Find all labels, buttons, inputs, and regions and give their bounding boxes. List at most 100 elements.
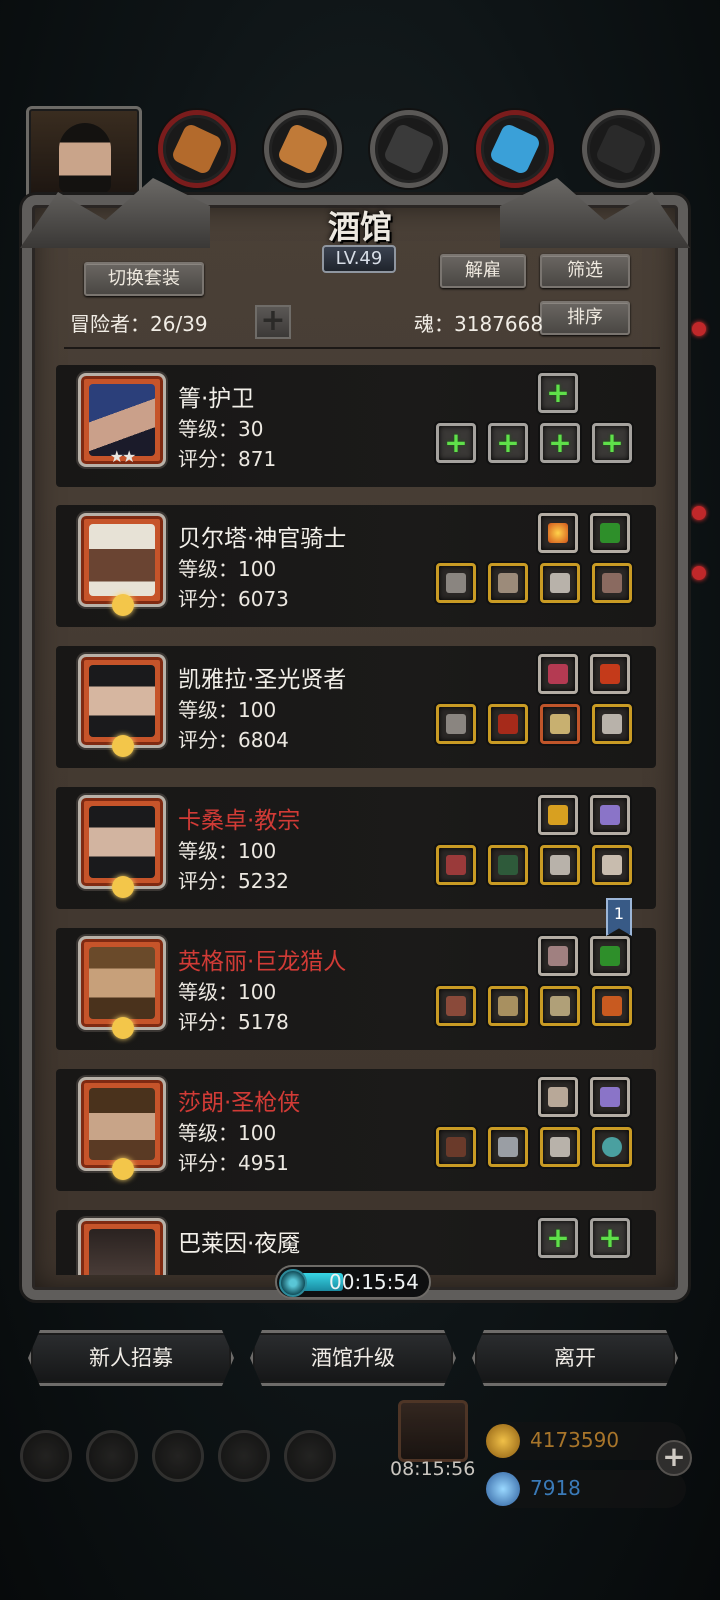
equip-slot[interactable] xyxy=(538,513,578,553)
equip-slot[interactable] xyxy=(538,936,578,976)
dismiss-button[interactable]: 解雇 xyxy=(440,254,526,288)
crystal-shard-icon xyxy=(600,1087,620,1107)
crystal-tab[interactable] xyxy=(476,110,554,188)
empty-armor-slot[interactable]: + xyxy=(592,423,632,463)
equip-slot[interactable] xyxy=(436,986,476,1026)
axe-icon xyxy=(446,855,466,875)
gem-display: 7918 xyxy=(486,1470,686,1508)
hero-level: 等级：100 xyxy=(178,557,277,581)
recruit-button[interactable]: 新人招募 xyxy=(28,1330,234,1386)
equip-slot[interactable] xyxy=(488,986,528,1026)
chest-armor-icon xyxy=(550,1137,570,1157)
add-icon: + xyxy=(600,426,624,459)
hero-card[interactable]: ★★ 箐·护卫 等级：30 评分：871 + + + + + xyxy=(56,365,656,487)
ore-tab[interactable] xyxy=(582,110,660,188)
equip-slot[interactable] xyxy=(538,1077,578,1117)
equip-slot[interactable] xyxy=(592,563,632,603)
equip-slot[interactable] xyxy=(590,654,630,694)
empty-armor-slot[interactable]: + xyxy=(540,423,580,463)
hero-card[interactable]: 卡桑卓·教宗 等级：100 评分：5232 xyxy=(56,787,656,909)
box-icon[interactable] xyxy=(284,1430,336,1482)
equip-slot[interactable] xyxy=(590,513,630,553)
add-icon: + xyxy=(444,426,468,459)
filter-button[interactable]: 筛选 xyxy=(540,254,630,288)
hero-list[interactable]: ★★ 箐·护卫 等级：30 评分：871 + + + + + 贝尔塔·神官骑士 … xyxy=(56,365,656,1275)
switch-outfit-button[interactable]: 切换套装 xyxy=(84,262,204,296)
equip-slot[interactable] xyxy=(592,845,632,885)
hero-avatar[interactable] xyxy=(78,1218,166,1275)
expand-capacity-button[interactable]: + xyxy=(255,305,291,339)
gift-chest-icon[interactable] xyxy=(398,1400,468,1462)
hero-avatar[interactable] xyxy=(78,936,166,1039)
hero-card[interactable]: 英格丽·巨龙猎人 等级：100 评分：5178 xyxy=(56,928,656,1050)
equip-slot[interactable] xyxy=(592,986,632,1026)
equip-slot[interactable] xyxy=(590,936,630,976)
hero-name: 卡桑卓·教宗 xyxy=(178,808,301,834)
upgrade-tavern-button[interactable]: 酒馆升级 xyxy=(250,1330,456,1386)
hammer-icon xyxy=(446,573,466,593)
hero-name: 贝尔塔·神官骑士 xyxy=(178,526,347,552)
add-currency-button[interactable]: + xyxy=(656,1440,692,1476)
side-notification-dot xyxy=(692,566,706,580)
equip-slot[interactable] xyxy=(540,1127,580,1167)
stone-tab[interactable] xyxy=(370,110,448,188)
equip-slot[interactable] xyxy=(488,563,528,603)
chest-armor-icon xyxy=(550,573,570,593)
ring-icon xyxy=(602,996,622,1016)
gate-icon[interactable] xyxy=(152,1430,204,1482)
pauldron-icon xyxy=(602,855,622,875)
equip-slot[interactable] xyxy=(436,845,476,885)
hero-portrait xyxy=(89,384,155,456)
hero-avatar[interactable] xyxy=(78,1077,166,1180)
hero-avatar[interactable] xyxy=(78,795,166,898)
equip-slot[interactable] xyxy=(540,986,580,1026)
moon-rank-icon xyxy=(112,735,134,757)
star-menu-icon[interactable] xyxy=(86,1430,138,1482)
equip-slot[interactable] xyxy=(488,845,528,885)
hero-portrait-tab[interactable] xyxy=(26,106,142,204)
sort-button[interactable]: 排序 xyxy=(540,301,630,335)
hero-card[interactable]: 贝尔塔·神官骑士 等级：100 评分：6073 xyxy=(56,505,656,627)
equip-slot[interactable] xyxy=(436,704,476,744)
hero-portrait xyxy=(89,947,155,1019)
equip-slot[interactable] xyxy=(538,654,578,694)
hero-name: 莎朗·圣枪侠 xyxy=(178,1090,301,1116)
hero-card[interactable]: 凯雅拉·圣光贤者 等级：100 评分：6804 xyxy=(56,646,656,768)
equip-slot[interactable] xyxy=(540,563,580,603)
equip-slot[interactable] xyxy=(540,845,580,885)
empty-accessory-slot[interactable]: + xyxy=(538,1218,578,1258)
menu-icon[interactable] xyxy=(20,1430,72,1482)
equip-slot[interactable] xyxy=(540,704,580,744)
equip-slot[interactable] xyxy=(590,795,630,835)
equip-slot[interactable] xyxy=(592,1127,632,1167)
armor-icon xyxy=(498,996,518,1016)
equip-slot[interactable] xyxy=(590,1077,630,1117)
equip-slot[interactable] xyxy=(488,1127,528,1167)
hero-score: 评分：6804 xyxy=(178,728,289,752)
quill-icon xyxy=(548,946,568,966)
tavern-level-badge: LV.49 xyxy=(322,245,396,273)
hero-avatar[interactable] xyxy=(78,654,166,757)
equip-slot[interactable] xyxy=(436,1127,476,1167)
mail-icon[interactable] xyxy=(218,1430,270,1482)
leave-button[interactable]: 离开 xyxy=(472,1330,678,1386)
equip-slot[interactable] xyxy=(488,704,528,744)
hero-avatar[interactable] xyxy=(78,513,166,616)
helmet-icon xyxy=(498,855,518,875)
equip-slot[interactable] xyxy=(592,704,632,744)
empty-weapon-slot[interactable]: + xyxy=(436,423,476,463)
hero-avatar[interactable]: ★★ xyxy=(78,373,166,467)
star-rating: ★★ xyxy=(109,447,137,466)
equip-slot[interactable] xyxy=(538,795,578,835)
empty-accessory-slot[interactable]: + xyxy=(590,1218,630,1258)
horn-icon xyxy=(548,664,568,684)
adventurer-count: 冒险者：26/39 xyxy=(70,312,208,336)
armor-icon xyxy=(498,573,518,593)
armor-set-tab[interactable] xyxy=(158,110,236,188)
empty-accessory-slot[interactable]: + xyxy=(538,373,578,413)
empty-armor-slot[interactable]: + xyxy=(488,423,528,463)
gold-coin-icon xyxy=(486,1424,520,1458)
hero-card[interactable]: 莎朗·圣枪侠 等级：100 评分：4951 xyxy=(56,1069,656,1191)
equip-slot[interactable] xyxy=(436,563,476,603)
material-tab[interactable] xyxy=(264,110,342,188)
